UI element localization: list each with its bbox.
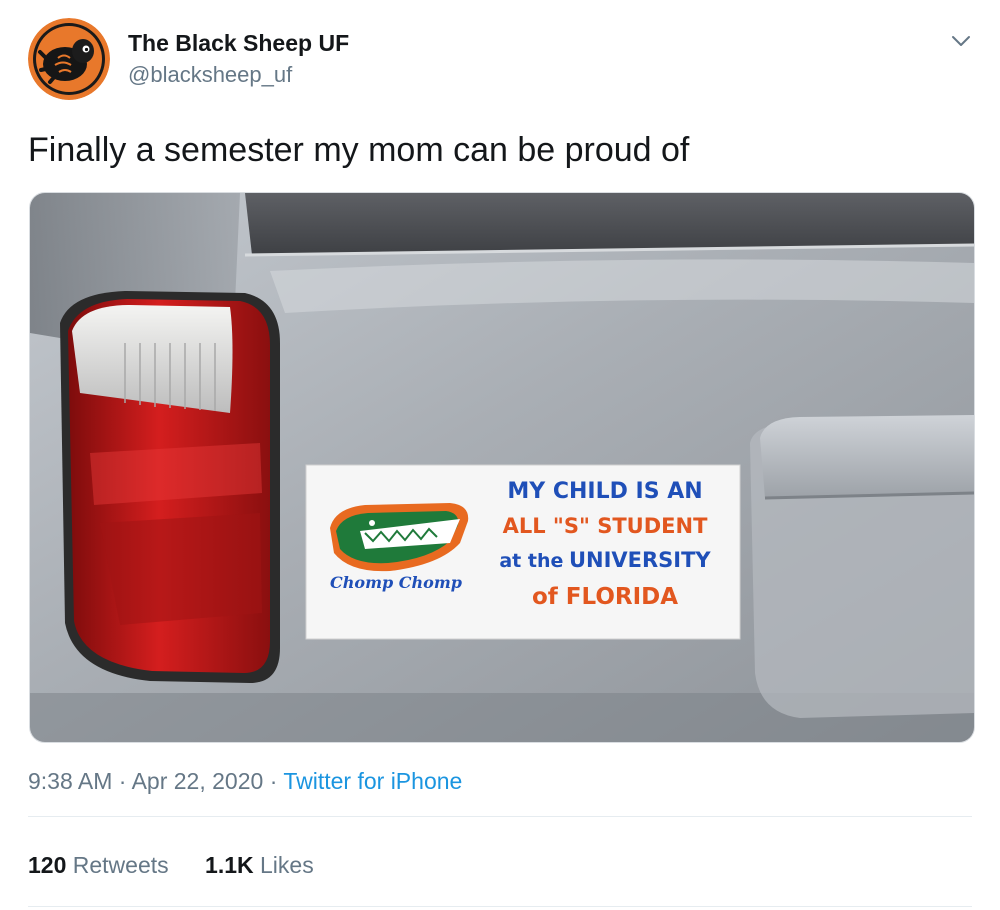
divider [28,906,972,907]
tweet-source-link[interactable]: Twitter for iPhone [283,768,462,794]
sticker-line-4: of FLORIDA [531,584,679,610]
display-name[interactable]: The Black Sheep UF [128,30,349,57]
retweets-count: 120 [28,852,67,878]
tweet-stats: 120 Retweets 1.1K Likes [28,852,344,879]
divider [28,816,972,817]
sticker-logo-text: Chomp Chomp [330,573,462,592]
likes-count: 1.1K [205,852,254,878]
car-photo [30,193,974,742]
avatar[interactable] [28,18,110,100]
tweet-card: The Black Sheep UF @blacksheep_uf Finall… [0,0,1000,910]
more-options-button[interactable] [948,28,974,54]
likes-stat[interactable]: 1.1K Likes [205,852,314,878]
sticker-line-3-prefix: at the [499,550,564,572]
user-handle[interactable]: @blacksheep_uf [128,62,292,88]
sticker-line-1: MY CHILD IS AN [507,479,703,504]
sticker-line-2: ALL "S" STUDENT [502,514,708,538]
tweet-photo[interactable]: MY CHILD IS AN ALL "S" STUDENT at the UN… [29,192,975,743]
tweet-text: Finally a semester my mom can be proud o… [28,131,690,169]
tweet-date[interactable]: Apr 22, 2020 [132,768,264,794]
sticker-line-3-suffix: UNIVERSITY [568,548,711,572]
likes-label: Likes [260,852,314,878]
retweets-label: Retweets [72,852,169,878]
separator: · [118,768,127,794]
separator: · [269,768,278,794]
tweet-meta: 9:38 AM · Apr 22, 2020 · Twitter for iPh… [28,768,462,795]
retweets-stat[interactable]: 120 Retweets [28,852,175,878]
black-sheep-logo-icon [28,18,110,100]
sticker-line-3: at the UNIVERSITY [470,543,740,579]
chevron-down-icon [952,36,970,46]
tweet-time[interactable]: 9:38 AM [28,768,112,794]
